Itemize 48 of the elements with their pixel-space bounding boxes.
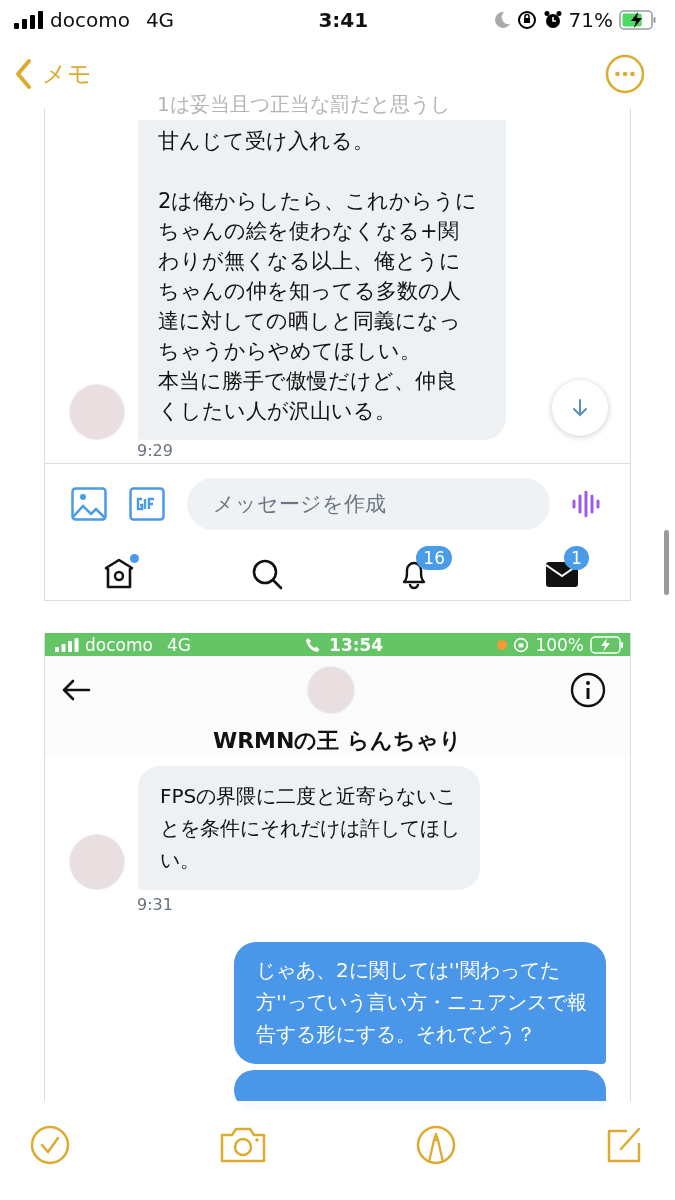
message-text: 本当に勝手で傲慢だけど、仲良くしたい人が沢山いる。	[158, 368, 458, 425]
signal-icon	[14, 11, 44, 29]
battery-percent: 71%	[568, 8, 613, 32]
avatar	[69, 834, 125, 890]
carrier-name: docomo	[85, 634, 153, 655]
message-text: 甘んじて受け入れる。	[158, 128, 375, 155]
status-dot-icon	[497, 639, 508, 650]
arrow-down-icon	[572, 398, 588, 418]
faded-message-text: 1は妥当且つ正当な罰だと思うし	[157, 92, 450, 116]
phone-icon	[305, 636, 322, 653]
network-type: 4G	[145, 8, 175, 32]
status-time: 13:54	[329, 634, 384, 655]
avatar	[69, 384, 125, 440]
message-time: 9:31	[136, 894, 174, 916]
image-icon[interactable]	[71, 487, 107, 521]
gif-icon[interactable]	[129, 487, 165, 521]
more-icon[interactable]	[605, 54, 645, 94]
status-time: 3:41	[318, 8, 369, 32]
scroll-down-button[interactable]	[552, 380, 608, 436]
info-icon[interactable]	[570, 672, 606, 708]
count-badge: 1	[563, 546, 589, 570]
message-input[interactable]: メッセージを作成	[187, 478, 550, 530]
count-badge: 16	[416, 546, 452, 570]
scroll-indicator	[664, 530, 669, 595]
signal-icon	[55, 637, 79, 652]
avatar	[306, 666, 355, 714]
camera-icon[interactable]	[219, 1126, 267, 1164]
checklist-icon[interactable]	[30, 1125, 70, 1165]
rotation-lock-icon	[513, 636, 530, 653]
message-bubble: FPSの界隈に二度と近寄らないことを条件にそれだけは許してほしい。	[138, 766, 480, 890]
conversation-title: WRMNの王 らんちゃり	[211, 727, 464, 755]
rotation-lock-icon	[516, 10, 537, 30]
back-arrow-icon[interactable]	[61, 678, 91, 702]
markup-pen-icon[interactable]	[416, 1125, 456, 1165]
battery-percent: 100%	[535, 634, 584, 655]
message-text: 2は俺からしたら、これからうにちゃんの絵を使わなくなる+関わりが無くなる以上、俺とうにちゃんの仲を知ってる多数の人達に対しての晒しと同義になっちゃうからやめてほしい。	[158, 188, 478, 365]
carrier-name: docomo	[50, 8, 130, 32]
network-type: 4G	[166, 634, 191, 655]
message-time: 9:29	[45, 440, 630, 464]
battery-icon	[590, 635, 624, 654]
voice-icon[interactable]	[572, 491, 602, 517]
back-button[interactable]: メモ	[14, 58, 92, 90]
message-bubble: じゃあ、2に関しては''関わってた方''っていう言い方・ニュアンスで報告する形にする。それでどう？	[234, 942, 606, 1064]
home-icon[interactable]	[102, 557, 136, 591]
moon-icon	[492, 11, 511, 29]
alarm-icon	[542, 10, 563, 30]
chevron-left-icon	[14, 58, 32, 90]
battery-icon	[619, 10, 657, 30]
